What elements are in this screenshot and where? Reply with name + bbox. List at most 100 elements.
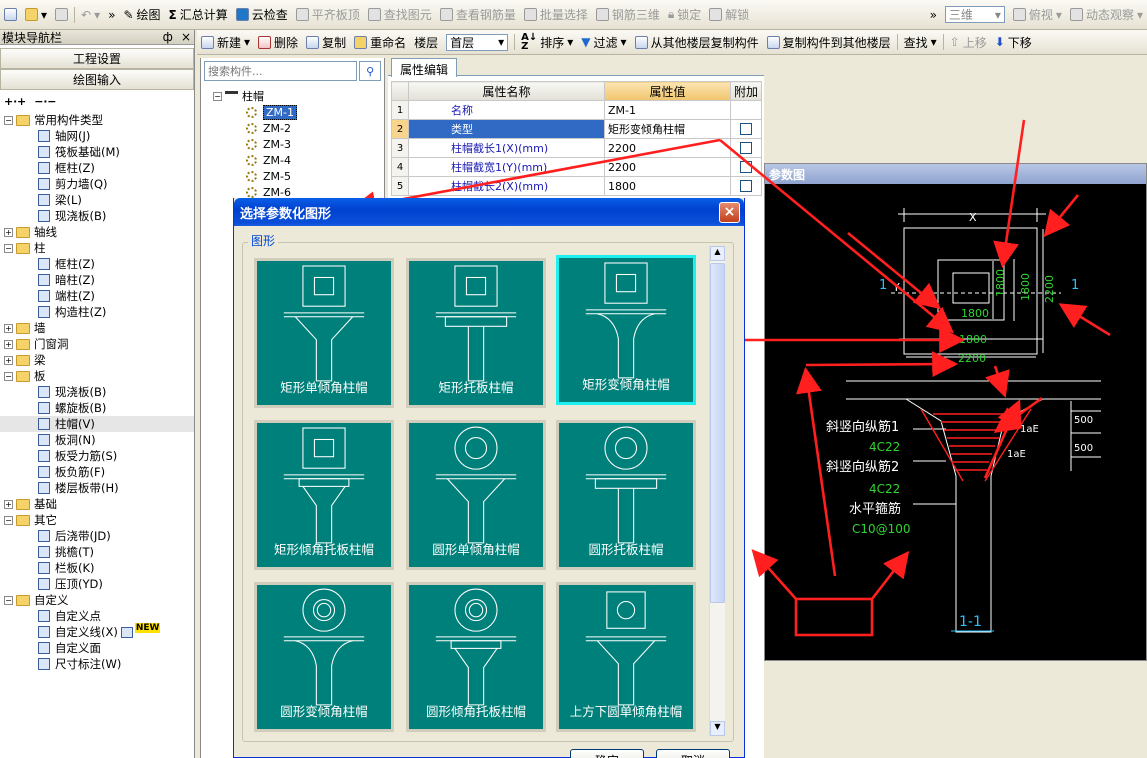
shape-tile[interactable]: 圆形单倾角柱帽: [406, 420, 546, 570]
collapse-icon[interactable]: −: [4, 371, 13, 381]
tree-item[interactable]: 自定义线(X) NEW: [0, 623, 194, 640]
tree-item[interactable]: 现浇板(B): [0, 208, 194, 224]
shape-tile[interactable]: 圆形托板柱帽: [556, 420, 696, 570]
collapse-all-icon[interactable]: −‧−: [34, 95, 56, 108]
property-row[interactable]: 1 名称 ZM-1: [391, 100, 763, 120]
delete-button[interactable]: 删除: [254, 30, 302, 54]
undo-button[interactable]: ↶ ▾: [77, 0, 104, 29]
component-item[interactable]: ZM-2: [201, 120, 384, 136]
tree-item[interactable]: 框柱(Z): [0, 256, 194, 272]
property-value-cell[interactable]: 1800: [604, 176, 731, 196]
tree-item[interactable]: − 自定义: [0, 592, 194, 608]
tree-item[interactable]: + 基础: [0, 496, 194, 512]
rename-button[interactable]: 重命名: [350, 30, 410, 54]
collapse-icon[interactable]: −: [4, 243, 13, 253]
property-value-cell[interactable]: 2200: [604, 157, 731, 177]
ok-button[interactable]: 确定: [570, 749, 644, 758]
property-value-cell[interactable]: 矩形变倾角柱帽: [604, 119, 731, 139]
scroll-down-icon[interactable]: ▼: [710, 721, 725, 736]
toolbar-overflow-2[interactable]: »: [926, 0, 941, 29]
tab-property-edit[interactable]: 属性编辑: [391, 58, 458, 77]
tree-item[interactable]: 端柱(Z): [0, 288, 194, 304]
tree-item[interactable]: 轴网(J): [0, 128, 194, 144]
tree-item[interactable]: 后浇带(JD): [0, 528, 194, 544]
pin-icon[interactable]: ф: [163, 30, 173, 44]
component-root[interactable]: − 柱帽: [201, 88, 384, 104]
view-mode-select[interactable]: 三维 ▾: [941, 0, 1009, 29]
component-item[interactable]: ZM-3: [201, 136, 384, 152]
expand-icon[interactable]: +: [4, 339, 13, 349]
collapse-icon[interactable]: −: [4, 515, 13, 525]
sum-calc-button[interactable]: Σ 汇总计算: [165, 0, 232, 29]
tree-item[interactable]: 筏板基础(M): [0, 144, 194, 160]
extra-checkbox[interactable]: [740, 161, 752, 173]
move-up-button[interactable]: ⇧ 上移: [946, 30, 991, 54]
tree-item[interactable]: + 梁: [0, 352, 194, 368]
component-item[interactable]: ZM-5: [201, 168, 384, 184]
find-button[interactable]: 查找 ▾: [900, 30, 941, 54]
tree-item[interactable]: 尺寸标注(W): [0, 656, 194, 672]
tree-item[interactable]: 暗柱(Z): [0, 272, 194, 288]
new-button[interactable]: 新建 ▾: [197, 30, 254, 54]
collapse-icon[interactable]: −: [213, 91, 222, 101]
property-value-cell[interactable]: 2200: [604, 138, 731, 158]
shape-tile[interactable]: 上方下圆单倾角柱帽: [556, 582, 696, 732]
batch-select-button[interactable]: 批量选择: [520, 0, 592, 29]
extra-checkbox[interactable]: [740, 142, 752, 154]
dynamic-view-button[interactable]: 动态观察 ▾: [1066, 0, 1147, 29]
scroll-up-icon[interactable]: ▲: [710, 246, 725, 261]
copy-button[interactable]: 复制: [302, 30, 350, 54]
view-dir-button[interactable]: 俯视 ▾: [1009, 0, 1066, 29]
tree-item[interactable]: 板洞(N): [0, 432, 194, 448]
save-button[interactable]: [51, 0, 72, 29]
find-element-button[interactable]: 查找图元: [364, 0, 436, 29]
tree-item[interactable]: 栏板(K): [0, 560, 194, 576]
expand-icon[interactable]: +: [4, 323, 13, 333]
property-row[interactable]: 3 柱帽截长1(X)(mm) 2200: [391, 138, 763, 158]
shape-tile[interactable]: 圆形变倾角柱帽: [254, 582, 394, 732]
tree-item[interactable]: 框柱(Z): [0, 160, 194, 176]
scroll-thumb[interactable]: [710, 263, 725, 603]
expand-icon[interactable]: +: [4, 355, 13, 365]
shape-tile[interactable]: 矩形倾角托板柱帽: [254, 420, 394, 570]
shape-tile[interactable]: 矩形托板柱帽: [406, 258, 546, 408]
tree-item[interactable]: + 轴线: [0, 224, 194, 240]
floor-select[interactable]: 首层 ▾: [442, 30, 512, 54]
expand-all-icon[interactable]: +‧+: [4, 95, 26, 108]
tree-item[interactable]: 构造柱(Z): [0, 304, 194, 320]
tree-item[interactable]: 压顶(YD): [0, 576, 194, 592]
navigator-close-icon[interactable]: ×: [181, 30, 191, 44]
draw-input-button[interactable]: 绘图输入: [0, 69, 194, 90]
collapse-icon[interactable]: −: [4, 595, 13, 605]
shape-tile[interactable]: 矩形单倾角柱帽: [254, 258, 394, 408]
tree-item[interactable]: 螺旋板(B): [0, 400, 194, 416]
tree-item[interactable]: 挑檐(T): [0, 544, 194, 560]
draw-button[interactable]: ✎ 绘图: [119, 0, 164, 29]
property-row[interactable]: 2 类型 矩形变倾角柱帽: [391, 119, 763, 139]
search-icon[interactable]: ⚲: [359, 61, 381, 81]
shape-tile[interactable]: 矩形变倾角柱帽: [556, 255, 696, 405]
align-top-button[interactable]: 平齐板顶: [292, 0, 364, 29]
property-row[interactable]: 4 柱帽截宽1(Y)(mm) 2200: [391, 157, 763, 177]
component-item[interactable]: ZM-1: [201, 104, 384, 120]
tree-item[interactable]: + 门窗洞: [0, 336, 194, 352]
cloud-check-button[interactable]: 云检查: [232, 0, 292, 29]
extra-checkbox[interactable]: [740, 123, 752, 135]
dialog-close-button[interactable]: ×: [719, 201, 740, 223]
expand-icon[interactable]: +: [4, 499, 13, 509]
dialog-scrollbar[interactable]: ▲ ▼: [709, 246, 725, 736]
tree-item[interactable]: 现浇板(B): [0, 384, 194, 400]
unlock-button[interactable]: 解锁: [705, 0, 753, 29]
rebar-3d-button[interactable]: 钢筋三维: [592, 0, 664, 29]
view-rebar-button[interactable]: 查看钢筋量: [436, 0, 520, 29]
tree-item[interactable]: 楼层板带(H): [0, 480, 194, 496]
sort-button[interactable]: A↓ Z 排序 ▾: [517, 30, 577, 54]
open-file-button[interactable]: ▾: [21, 0, 51, 29]
expand-icon[interactable]: +: [4, 227, 13, 237]
tree-item[interactable]: + 墙: [0, 320, 194, 336]
toolbar-overflow-1[interactable]: »: [104, 0, 119, 29]
collapse-icon[interactable]: −: [4, 115, 13, 125]
component-item[interactable]: ZM-4: [201, 152, 384, 168]
copy-from-floor-button[interactable]: 从其他楼层复制构件: [631, 30, 763, 54]
shape-tile[interactable]: 圆形倾角托板柱帽: [406, 582, 546, 732]
